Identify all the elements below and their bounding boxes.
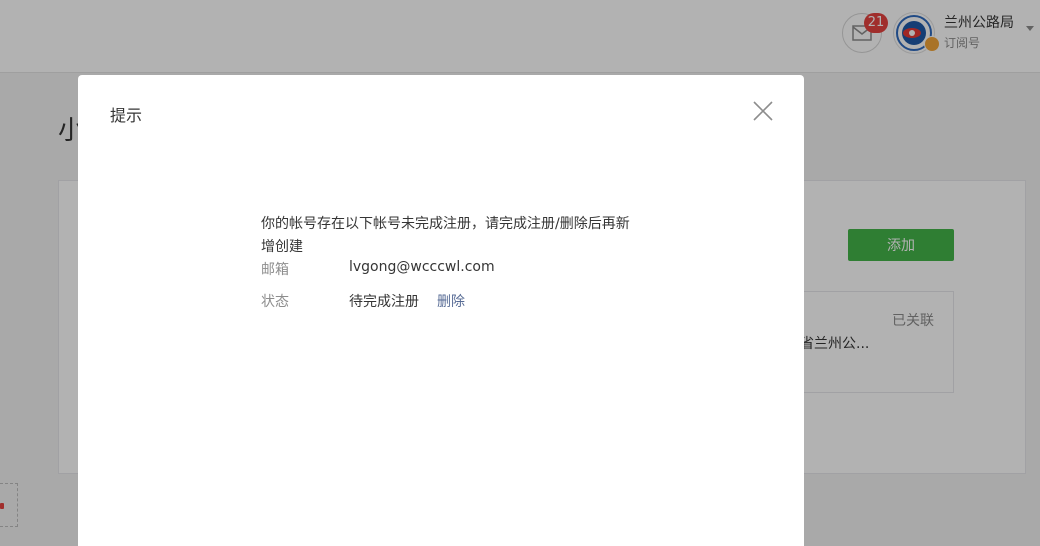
dialog-message: 你的帐号存在以下帐号未完成注册，请完成注册/删除后再新增创建: [261, 216, 630, 255]
status-value: 待完成注册: [349, 294, 419, 310]
prompt-dialog: 提示 你的帐号存在以下帐号未完成注册，请完成注册/删除后再新增创建 邮箱 lvg…: [78, 75, 804, 546]
close-icon: [753, 101, 773, 121]
close-button[interactable]: [752, 100, 774, 122]
dialog-title: 提示: [110, 106, 143, 125]
email-value: lvgong@wcccwl.com: [349, 259, 495, 275]
delete-link[interactable]: 删除: [437, 291, 465, 311]
email-label: 邮箱: [261, 262, 289, 278]
status-label: 状态: [261, 294, 289, 310]
